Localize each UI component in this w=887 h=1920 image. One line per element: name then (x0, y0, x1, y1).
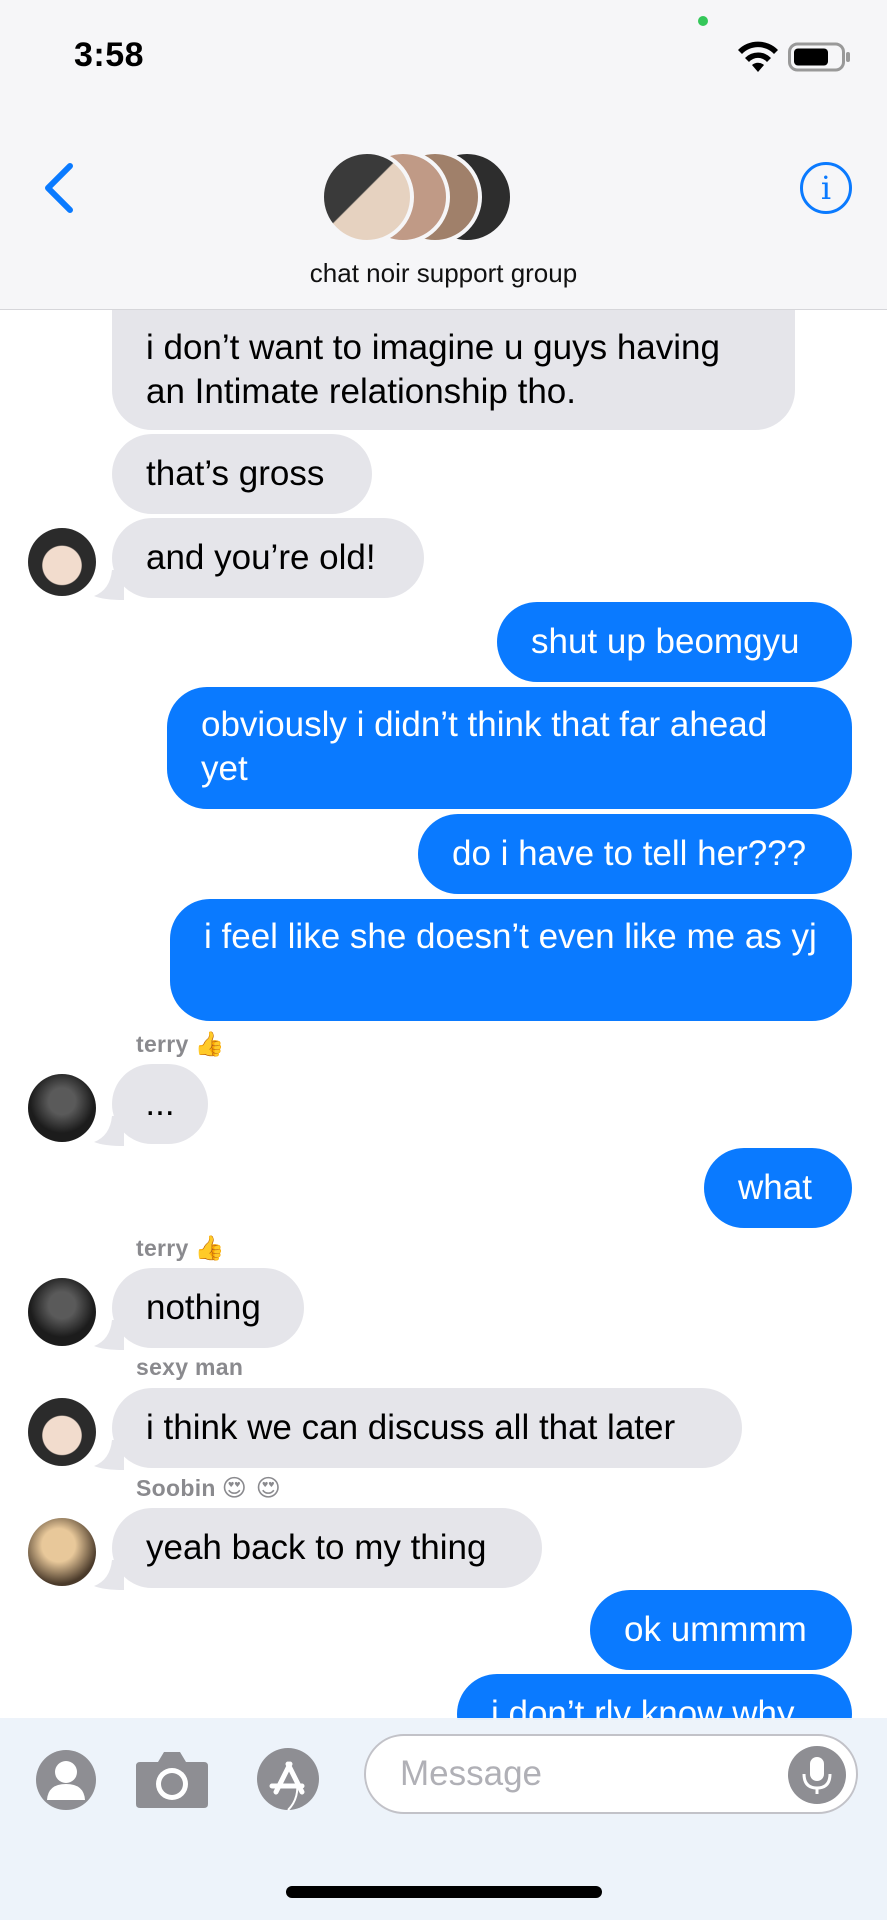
message-bubble[interactable]: nothing (112, 1268, 304, 1348)
sender-emoji: 👍 (194, 1030, 225, 1058)
back-button[interactable] (40, 160, 80, 216)
wifi-icon (738, 41, 778, 72)
privacy-indicator (698, 16, 708, 26)
microphone-icon (802, 1757, 832, 1794)
sender-name: Soobin 😍 😍 (136, 1474, 281, 1502)
message-placeholder: Message (400, 1754, 543, 1793)
message-thread[interactable]: i don’t want to imagine u guys having an… (0, 310, 887, 1720)
group-avatar-stack[interactable] (320, 150, 540, 246)
dictation-button[interactable] (788, 1746, 846, 1804)
camera-button[interactable] (134, 1748, 210, 1810)
message-bubble[interactable]: ... (112, 1064, 208, 1144)
message-text: i don’t want to imagine u guys having an… (146, 328, 720, 411)
sender-name: terry 👍 (136, 1234, 225, 1262)
info-button[interactable]: i (800, 162, 852, 214)
message-bubble[interactable]: that’s gross (112, 434, 372, 514)
info-icon: i (820, 169, 832, 207)
message-text: i don’t rly know why (491, 1694, 795, 1720)
sender-name: terry 👍 (136, 1030, 225, 1058)
sender-label: terry (136, 1030, 189, 1057)
avatar[interactable] (28, 1074, 96, 1142)
avatar[interactable] (28, 1278, 96, 1346)
message-bubble[interactable]: i don’t want to imagine u guys having an… (112, 310, 795, 430)
message-bubble[interactable]: yeah back to my thing (112, 1508, 542, 1588)
message-input[interactable]: Message (364, 1734, 858, 1814)
message-text: that’s gross (146, 454, 325, 493)
app-store-button[interactable] (252, 1746, 332, 1812)
sender-label: terry (136, 1234, 189, 1261)
message-bubble[interactable]: and you’re old! (112, 518, 424, 598)
message-text: ok ummmm (624, 1610, 807, 1649)
contact-button[interactable] (36, 1750, 96, 1810)
sender-name: sexy man (136, 1354, 243, 1381)
message-text: what (738, 1168, 812, 1207)
conversation-header: 3:58 chat noir support group i (0, 0, 887, 310)
message-bubble[interactable]: do i have to tell her??? (418, 814, 852, 894)
home-indicator[interactable] (286, 1886, 602, 1898)
message-bubble[interactable]: i don’t rly know why (457, 1674, 852, 1720)
message-text: and you’re old! (146, 538, 376, 577)
message-text: obviously i didn’t think that far ahead … (201, 705, 768, 788)
group-name[interactable]: chat noir support group (0, 258, 887, 289)
message-text: yeah back to my thing (146, 1528, 487, 1567)
message-text: shut up beomgyu (531, 622, 800, 661)
message-bubble[interactable]: what (704, 1148, 852, 1228)
avatar[interactable] (28, 528, 96, 596)
avatar[interactable] (28, 1398, 96, 1466)
message-text: ... (145, 1084, 175, 1123)
battery-icon (788, 42, 850, 72)
avatar[interactable] (28, 1518, 96, 1586)
sender-emoji: 😍 😍 (221, 1474, 282, 1502)
message-text: i think we can discuss all that later (146, 1408, 676, 1447)
group-avatar (320, 150, 414, 244)
message-text: nothing (146, 1288, 261, 1327)
person-icon (47, 1761, 85, 1800)
message-bubble[interactable]: i think we can discuss all that later (112, 1388, 742, 1468)
message-bubble[interactable]: shut up beomgyu (497, 602, 852, 682)
message-text: do i have to tell her??? (452, 834, 807, 873)
message-bubble[interactable]: ok ummmm (590, 1590, 852, 1670)
message-bubble[interactable]: obviously i didn’t think that far ahead … (167, 687, 852, 809)
message-bubble[interactable]: i feel like she doesn’t even like me as … (170, 899, 852, 1021)
sender-label: Soobin (136, 1474, 216, 1501)
sender-emoji: 👍 (194, 1234, 225, 1262)
message-text: i feel like she doesn’t even like me as … (204, 917, 817, 956)
status-time: 3:58 (74, 36, 145, 74)
sender-label: sexy man (136, 1354, 244, 1380)
